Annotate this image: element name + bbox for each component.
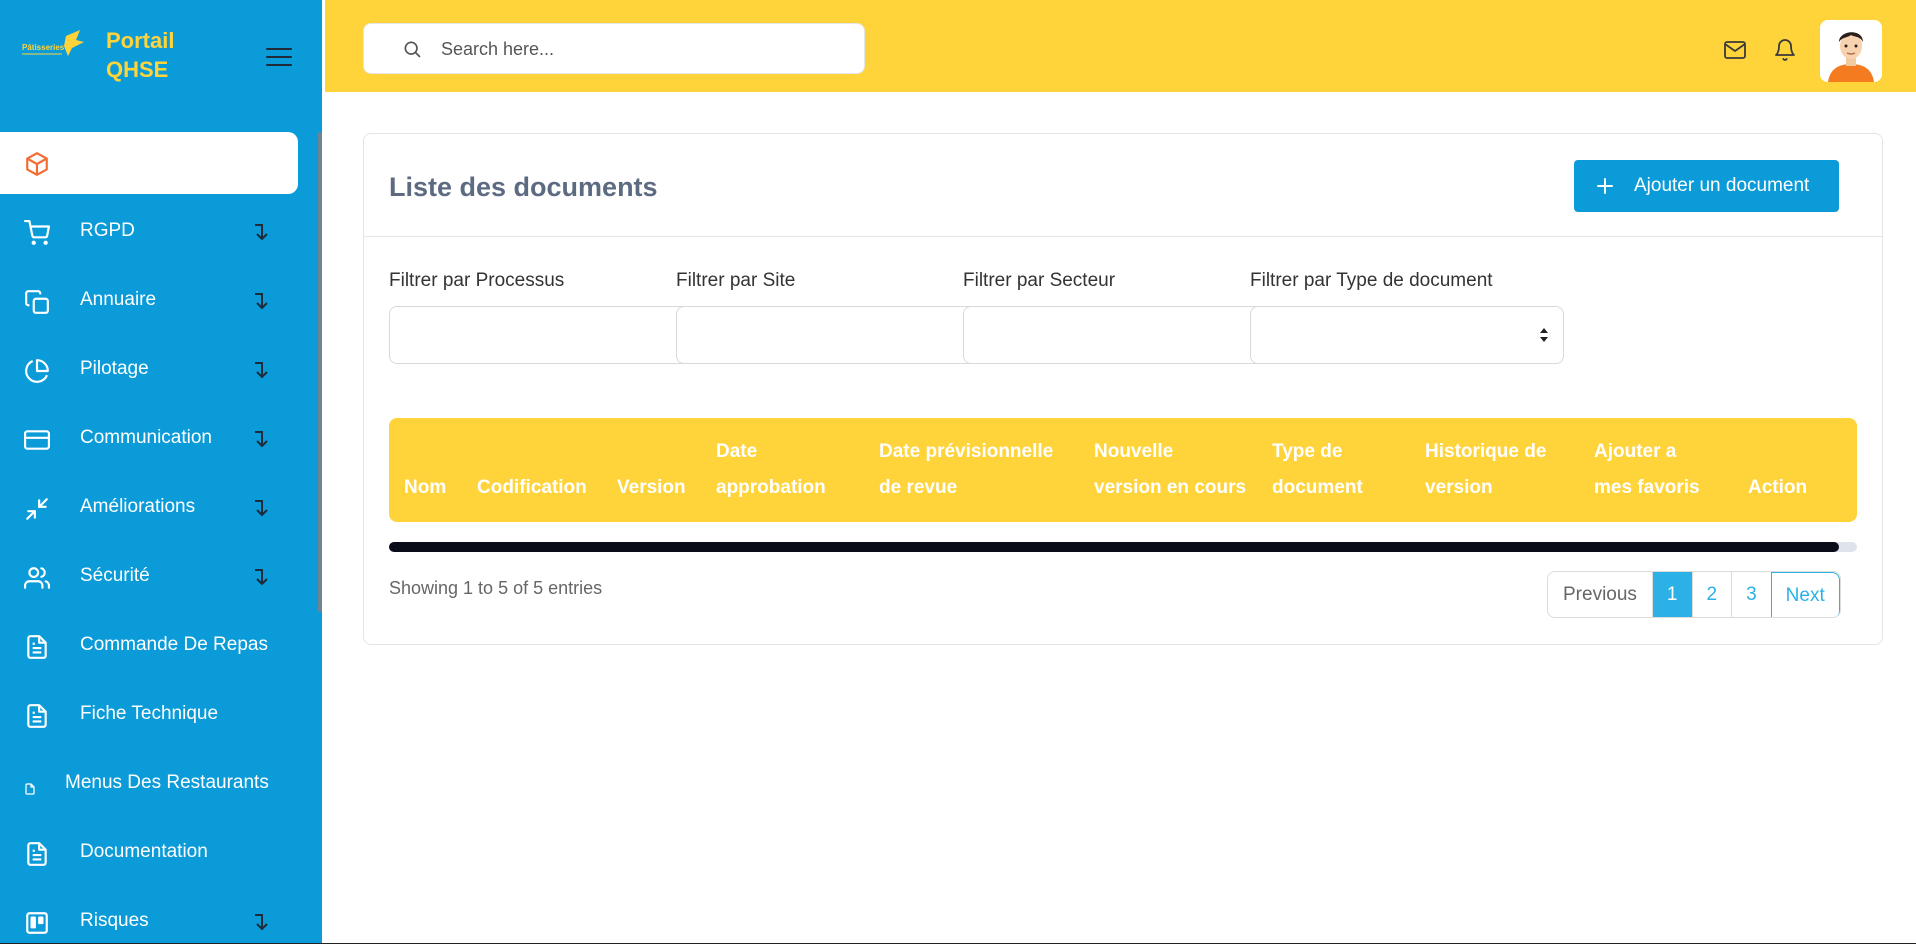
filter-label: Filtrer par Type de document bbox=[1250, 270, 1493, 291]
filter-label: Filtrer par Secteur bbox=[963, 270, 1116, 291]
column-type-document[interactable]: Type de document bbox=[1272, 434, 1363, 506]
sidebar-item-label: Annuaire bbox=[80, 289, 157, 310]
sidebar-item-rgpd[interactable]: RGPD bbox=[0, 201, 322, 263]
sidebar-item-fiche-technique[interactable]: Fiche Technique bbox=[0, 684, 322, 746]
column-action[interactable]: Action bbox=[1748, 470, 1807, 506]
sidebar-scrollbar[interactable] bbox=[318, 132, 322, 612]
next-page-button[interactable]: Next bbox=[1770, 572, 1840, 617]
column-date-previsionnelle[interactable]: Date prévisionnelle de revue bbox=[879, 434, 1053, 506]
add-document-button[interactable]: Ajouter un document bbox=[1574, 160, 1839, 212]
box-icon bbox=[24, 151, 50, 177]
sidebar-item-label: Communication bbox=[80, 427, 212, 448]
sidebar-item-label: Sécurité bbox=[80, 565, 150, 586]
page-2-button[interactable]: 2 bbox=[1691, 572, 1732, 617]
site-select[interactable] bbox=[676, 306, 990, 364]
sidebar-item-commande-de-repas[interactable]: Commande De Repas bbox=[0, 615, 322, 677]
search-input[interactable] bbox=[439, 36, 843, 62]
plus-icon bbox=[1596, 177, 1614, 195]
sidebar-item-label: Fiche Technique bbox=[80, 703, 219, 724]
submenu-arrow-icon bbox=[252, 911, 270, 933]
sidebar-item-label: Menus Des Restaurants bbox=[65, 772, 269, 793]
filter-label: Filtrer par Site bbox=[676, 270, 796, 291]
column-nouvelle-version[interactable]: Nouvelle version en cours bbox=[1094, 434, 1246, 506]
column-version[interactable]: Version bbox=[617, 470, 686, 506]
app-title: Portail QHSE bbox=[106, 28, 175, 82]
column-date-approbation[interactable]: Date approbation bbox=[716, 434, 826, 506]
sidebar-item-label: Risques bbox=[80, 910, 149, 931]
sidebar-item-label: RGPD bbox=[80, 220, 135, 241]
processus-select[interactable] bbox=[389, 306, 703, 364]
menu-toggle-icon[interactable] bbox=[266, 48, 292, 68]
copy-icon bbox=[24, 289, 50, 315]
filter-site: Filtrer par Site bbox=[676, 270, 990, 364]
submenu-arrow-icon bbox=[252, 566, 270, 588]
submenu-arrow-icon bbox=[252, 428, 270, 450]
previous-page-button[interactable]: Previous bbox=[1548, 572, 1652, 617]
filter-label: Filtrer par Processus bbox=[389, 270, 565, 291]
document-icon bbox=[24, 703, 50, 729]
search-icon[interactable] bbox=[402, 39, 422, 59]
divider bbox=[364, 236, 1882, 237]
column-nom[interactable]: Nom bbox=[404, 470, 446, 506]
small-document-icon bbox=[24, 779, 36, 795]
select-caret-icon bbox=[1539, 327, 1549, 343]
top-header bbox=[325, 0, 1916, 92]
column-codification[interactable]: Codification bbox=[477, 470, 587, 506]
sidebar-item-label: Commande De Repas bbox=[80, 634, 268, 655]
sidebar-nav: Dashboards RGPD Annuaire Pilotage Commun… bbox=[0, 132, 322, 944]
page-title: Liste des documents bbox=[389, 172, 658, 202]
add-document-label: Ajouter un document bbox=[1634, 175, 1810, 196]
entries-info: Showing 1 to 5 of 5 entries bbox=[389, 578, 603, 598]
sidebar-item-ameliorations[interactable]: Améliorations bbox=[0, 477, 322, 539]
documents-card: Liste des documents Ajouter un document … bbox=[363, 133, 1883, 645]
trello-icon bbox=[24, 910, 50, 936]
sidebar-item-dashboards[interactable]: Dashboards bbox=[0, 132, 298, 194]
sidebar-item-label: Documentation bbox=[80, 841, 208, 862]
column-historique-version[interactable]: Historique de version bbox=[1425, 434, 1546, 506]
filter-secteur: Filtrer par Secteur bbox=[963, 270, 1277, 364]
svg-text:Pâtisseries: Pâtisseries bbox=[22, 43, 65, 52]
sidebar: Pâtisseries Portail QHSE Dashboards RGPD bbox=[0, 0, 322, 944]
brand: Pâtisseries Portail QHSE bbox=[22, 24, 292, 94]
sidebar-item-label: Améliorations bbox=[80, 496, 196, 517]
table-horizontal-scrollbar[interactable] bbox=[389, 542, 1857, 552]
search-box bbox=[363, 23, 865, 74]
type-document-select[interactable] bbox=[1250, 306, 1564, 364]
users-icon bbox=[24, 565, 51, 591]
sidebar-item-documentation[interactable]: Documentation bbox=[0, 822, 322, 884]
scrollbar-thumb[interactable] bbox=[389, 542, 1839, 552]
sidebar-item-menus-des-restaurants[interactable]: Menus Des Restaurants bbox=[0, 753, 322, 815]
submenu-arrow-icon bbox=[252, 221, 270, 243]
filter-processus: Filtrer par Processus bbox=[389, 270, 703, 364]
bell-icon[interactable] bbox=[1773, 38, 1797, 62]
document-icon bbox=[24, 841, 50, 867]
page-1-button[interactable]: 1 bbox=[1651, 572, 1692, 617]
cart-icon bbox=[24, 220, 50, 246]
pagination: Previous 1 2 3 Next bbox=[1547, 571, 1841, 618]
mail-icon[interactable] bbox=[1723, 38, 1747, 62]
document-icon bbox=[24, 634, 50, 660]
submenu-arrow-icon bbox=[252, 290, 270, 312]
page-3-button[interactable]: 3 bbox=[1731, 572, 1771, 617]
sidebar-item-annuaire[interactable]: Annuaire bbox=[0, 270, 322, 332]
minimize-icon bbox=[24, 496, 50, 522]
filter-type-document: Filtrer par Type de document bbox=[1250, 270, 1564, 364]
submenu-arrow-icon bbox=[252, 359, 270, 381]
column-favoris[interactable]: Ajouter a mes favoris bbox=[1594, 434, 1700, 506]
sidebar-item-securite[interactable]: Sécurité bbox=[0, 546, 322, 608]
submenu-arrow-icon bbox=[252, 497, 270, 519]
table-header: Nom Codification Version Date approbation… bbox=[389, 418, 1857, 522]
sidebar-item-pilotage[interactable]: Pilotage bbox=[0, 339, 322, 401]
company-logo[interactable]: Pâtisseries bbox=[22, 26, 86, 66]
sidebar-item-label: Dashboards bbox=[80, 151, 183, 172]
sidebar-item-communication[interactable]: Communication bbox=[0, 408, 322, 470]
card-icon bbox=[24, 427, 50, 453]
secteur-select[interactable] bbox=[963, 306, 1277, 364]
user-avatar[interactable] bbox=[1820, 20, 1882, 82]
sidebar-item-risques[interactable]: Risques bbox=[0, 891, 322, 944]
sidebar-item-label: Pilotage bbox=[80, 358, 149, 379]
pie-chart-icon bbox=[24, 358, 50, 384]
